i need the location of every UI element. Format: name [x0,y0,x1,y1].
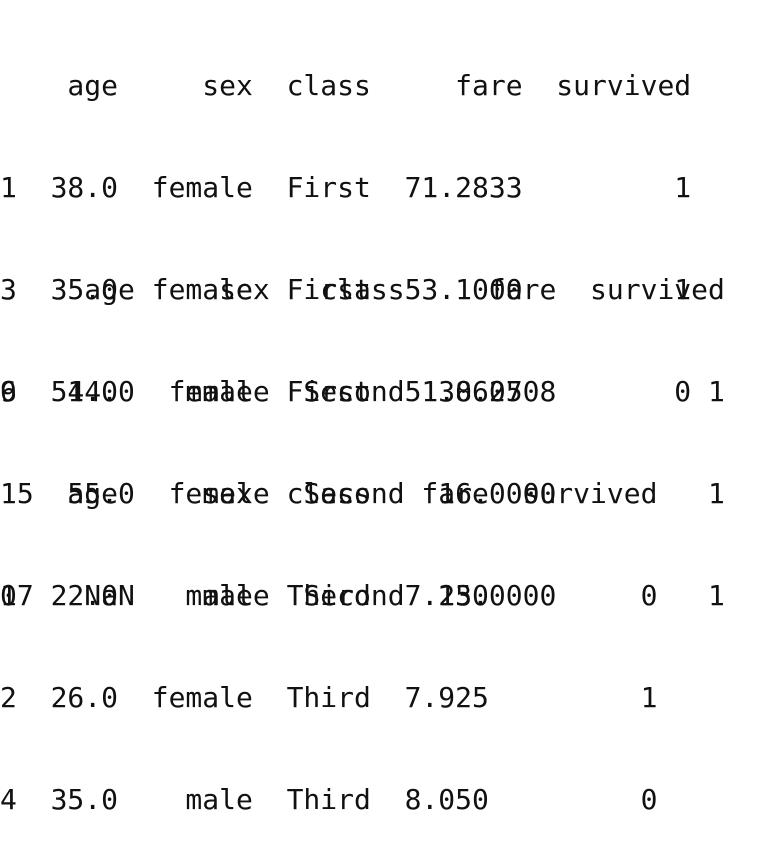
dataframe-header-row: age sex class fare survived [0,477,658,510]
dataframe-header-row: age sex class fare survived [0,69,692,102]
dataframe-row: 4 35.0 male Third 8.050 0 [0,783,658,816]
dataframe-row: 0 22.0 male Third 7.250 0 [0,579,658,612]
dataframe-row: 1 38.0 female First 71.2833 1 [0,171,692,204]
dataframe-row: 2 26.0 female Third 7.925 1 [0,681,658,714]
dataframe-header-row: age sex class fare survived [0,273,725,306]
dataframe-third-class: age sex class fare survived 0 22.0 male … [0,409,657,851]
dataframe-row: 9 14.0 female Second 30.0708 1 [0,375,725,408]
